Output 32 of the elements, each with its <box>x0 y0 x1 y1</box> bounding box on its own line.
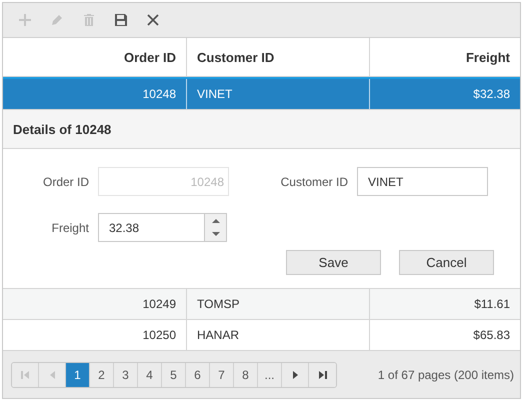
table-cell-text: $65.83 <box>472 327 511 344</box>
cancel-button[interactable]: Cancel <box>399 250 494 275</box>
table-cell-text: $32.38 <box>472 86 511 103</box>
pencil-icon <box>51 14 63 26</box>
first-page-icon <box>21 370 29 378</box>
column-header[interactable]: Freight <box>370 38 520 76</box>
table-cell: 10250 <box>3 320 187 350</box>
field-label: Order ID <box>42 174 89 188</box>
field-label: Freight <box>50 220 89 234</box>
next-page-icon <box>292 370 298 378</box>
table-cell: HANAR <box>187 320 370 350</box>
field-label: Customer ID <box>280 174 348 188</box>
page-button[interactable]: 1 <box>66 362 90 386</box>
column-header[interactable]: Customer ID <box>187 38 370 76</box>
previous-page-icon <box>50 370 54 378</box>
input-field[interactable]: VINET <box>357 167 488 196</box>
last-page-icon <box>318 370 326 378</box>
plus-icon <box>19 14 31 26</box>
save-button[interactable]: Save <box>286 250 381 275</box>
column-header[interactable]: Order ID <box>3 38 187 76</box>
table-cell: 10249 <box>3 289 187 319</box>
table-cell-text: $11.61 <box>473 296 511 313</box>
caret-up-icon <box>212 218 220 223</box>
table-cell: 10248 <box>3 79 187 109</box>
table-cell: VINET <box>187 79 370 109</box>
details-title: Details of 10248 <box>3 110 520 149</box>
caret-down-icon <box>212 232 220 236</box>
trash-icon <box>84 14 94 26</box>
close-icon <box>147 14 159 26</box>
table-cell: TOMSP <box>187 289 370 319</box>
pager-info: 1 of 67 pages (200 items) <box>378 368 514 382</box>
numeric-field[interactable]: 32.38 <box>98 213 227 242</box>
